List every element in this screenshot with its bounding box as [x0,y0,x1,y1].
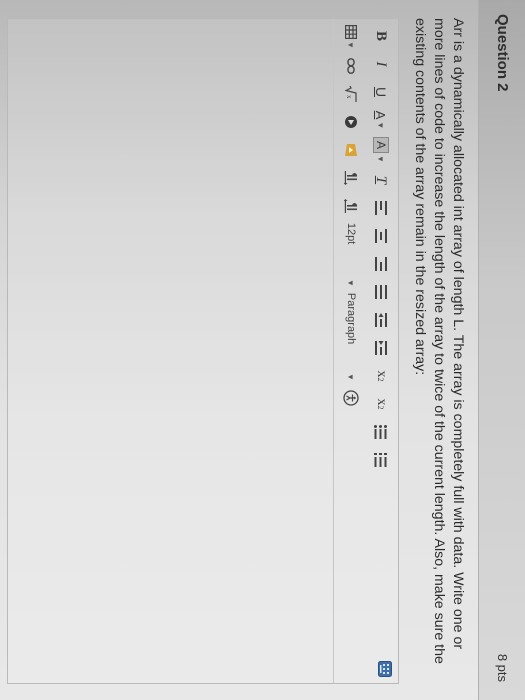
font-size-value: 12pt [345,222,357,245]
align-left-button[interactable] [370,197,392,219]
align-right-button[interactable] [370,253,392,275]
math-button[interactable]: x [340,83,362,105]
font-color-icon: A [373,110,389,120]
accessibility-icon [343,390,359,406]
superscript-button[interactable]: x2 [370,365,392,387]
outdent-icon [375,312,387,327]
rtl-icon [344,198,358,213]
subscript-icon: x [374,398,389,406]
bold-button[interactable]: B [370,25,392,47]
highlight-color-icon: A [373,137,389,154]
media-icon [345,143,357,156]
chevron-down-icon: ▼ [346,279,356,287]
chevron-down-icon: ▼ [376,121,386,130]
link-button[interactable] [340,55,362,77]
chevron-down-icon: ▼ [346,373,356,381]
outdent-button[interactable] [370,309,392,331]
toolbar-divider [333,19,334,683]
rich-text-editor[interactable]: B I U A ▼ A ▼ T x 2 x 2 ▼ x 12pt ▼ Parag… [7,18,399,684]
question-points: 8 pts [495,653,510,682]
keyboard-icon [378,661,392,677]
superscript-icon: x [374,370,389,378]
toolbar-row-1: B I U A ▼ A ▼ T x 2 x 2 [368,25,394,477]
align-justify-button[interactable] [370,281,392,303]
align-right-icon [375,256,387,271]
align-left-icon [375,200,387,215]
indent-icon [375,340,387,355]
link-icon [347,58,355,74]
chevron-down-icon: ▼ [346,41,356,49]
numbered-list-icon [374,452,388,467]
paragraph-format-select[interactable]: Paragraph ▼ [340,293,362,381]
chevron-down-icon: ▼ [376,155,386,163]
numbered-list-button[interactable] [370,449,392,471]
underline-button[interactable]: U [370,81,392,103]
media-button[interactable] [340,139,362,161]
paragraph-format-value: Paragraph [345,292,357,345]
subscript-button[interactable]: x2 [370,393,392,415]
align-justify-icon [375,284,387,299]
accessibility-checker-button[interactable] [340,387,362,409]
clear-formatting-button[interactable]: T [370,169,392,191]
font-size-select[interactable]: 12pt ▼ [340,223,362,287]
svg-text:x: x [345,95,353,99]
ltr-button[interactable] [340,167,362,189]
math-icon: x [345,85,357,102]
italic-button[interactable]: I [370,53,392,75]
question-text: Arr is a dynamically allocated int array… [412,18,466,664]
question-title: Question 2 [494,14,511,92]
table-icon [345,25,357,39]
toolbar-row-2: ▼ x 12pt ▼ Paragraph ▼ [338,25,364,415]
bulleted-list-button[interactable] [370,421,392,443]
align-center-button[interactable] [370,225,392,247]
font-color-button[interactable]: A ▼ [370,109,392,131]
bulleted-list-icon [374,424,388,439]
quiz-question-panel: Question 2 8 pts Arr is a dynamically al… [0,0,525,700]
table-button[interactable]: ▼ [340,25,362,49]
highlight-color-button[interactable]: A ▼ [370,137,392,163]
subscript-mark: 2 [376,405,386,410]
align-center-icon [375,228,387,243]
embed-icon [345,115,357,128]
keyboard-shortcuts-button[interactable] [373,661,392,677]
question-header: Question 2 8 pts [478,0,525,700]
rtl-button[interactable] [340,195,362,217]
indent-button[interactable] [370,337,392,359]
editor-content-area[interactable] [8,19,332,683]
embed-button[interactable] [340,111,362,133]
superscript-mark: 2 [376,377,386,382]
ltr-icon [344,170,358,185]
clear-formatting-icon: T [373,175,390,185]
